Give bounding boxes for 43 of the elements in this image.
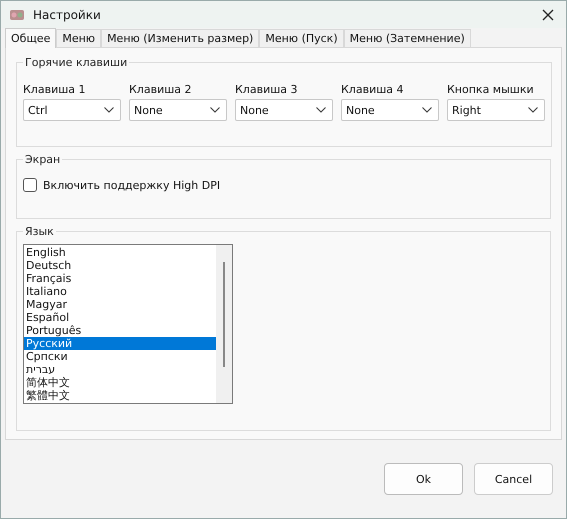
field-label: Клавиша 3 bbox=[235, 83, 299, 96]
chevron-down-icon bbox=[104, 107, 114, 113]
field-label: Кнопка мышки bbox=[447, 83, 535, 96]
dropdown[interactable]: None bbox=[341, 99, 439, 121]
dialog-button[interactable]: Ok bbox=[384, 463, 463, 495]
chevron-down-icon bbox=[528, 107, 538, 113]
window-title: Настройки bbox=[33, 8, 102, 22]
chevron-down-icon bbox=[210, 107, 220, 113]
tab[interactable]: Общее bbox=[5, 28, 56, 48]
dialog-button[interactable]: Cancel bbox=[474, 463, 553, 495]
group-title: Горячие клавиши bbox=[24, 56, 128, 69]
close-icon[interactable] bbox=[542, 8, 554, 20]
tab[interactable]: Меню (Изменить размер) bbox=[101, 29, 260, 47]
dropdown[interactable]: None bbox=[235, 99, 333, 121]
scrollbar[interactable] bbox=[216, 245, 232, 403]
list-item[interactable]: Français bbox=[24, 272, 216, 285]
list-item[interactable]: Српски bbox=[24, 350, 216, 363]
list-item[interactable]: Deutsch bbox=[24, 259, 216, 272]
tab[interactable]: Меню (Затемнение) bbox=[344, 29, 471, 47]
list-item[interactable]: 简体中文 bbox=[24, 376, 216, 389]
field-label: Клавиша 2 bbox=[129, 83, 193, 96]
list-item[interactable]: 繁體中文 bbox=[24, 389, 216, 402]
group-title: Экран bbox=[24, 153, 62, 166]
dropdown[interactable]: Ctrl bbox=[23, 99, 121, 121]
dropdown[interactable]: None bbox=[129, 99, 227, 121]
checkbox[interactable] bbox=[23, 178, 37, 192]
tab[interactable]: Меню bbox=[56, 29, 102, 47]
list-item[interactable]: Magyar bbox=[24, 298, 216, 311]
list-item[interactable]: Русский bbox=[24, 337, 216, 350]
field-label: Клавиша 1 bbox=[23, 83, 87, 96]
list-item[interactable]: English bbox=[24, 246, 216, 259]
list-item[interactable]: Italiano bbox=[24, 285, 216, 298]
list-item[interactable]: עברית bbox=[24, 363, 216, 376]
list-item[interactable]: Español bbox=[24, 311, 216, 324]
chevron-down-icon bbox=[422, 107, 432, 113]
checkbox-label: Включить поддержку High DPI bbox=[43, 178, 220, 192]
group-title: Язык bbox=[24, 225, 55, 238]
scrollbar-thumb[interactable] bbox=[223, 262, 225, 367]
list-item[interactable]: Português bbox=[24, 324, 216, 337]
dropdown[interactable]: Right bbox=[447, 99, 545, 121]
tab[interactable]: Меню (Пуск) bbox=[259, 29, 344, 47]
chevron-down-icon bbox=[316, 107, 326, 113]
field-label: Клавиша 4 bbox=[341, 83, 405, 96]
